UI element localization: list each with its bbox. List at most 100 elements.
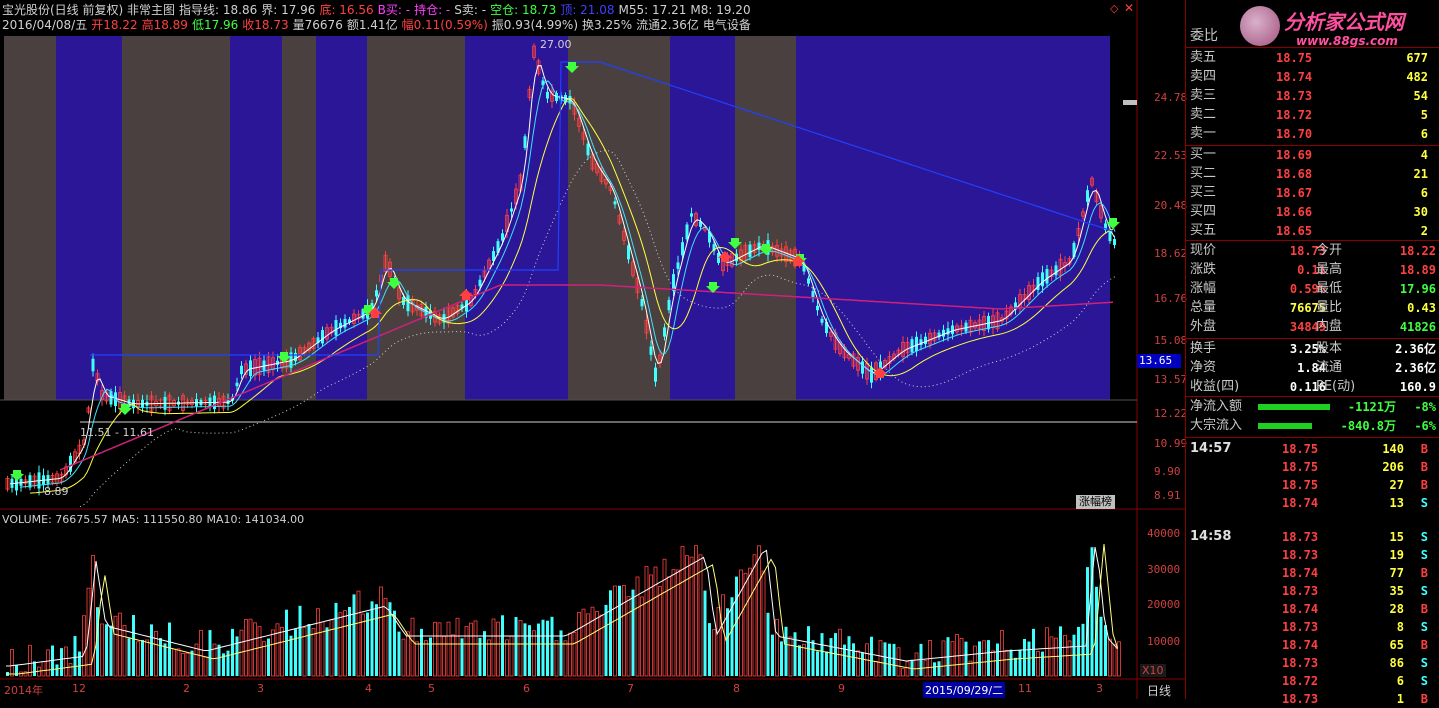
candle-body xyxy=(672,274,675,291)
period-label[interactable]: 日线 xyxy=(1147,682,1171,699)
volume-bar xyxy=(1009,649,1013,676)
tick-volume: 77 xyxy=(1389,566,1404,580)
scroll-marker[interactable] xyxy=(1123,100,1137,105)
volume-bar xyxy=(406,631,410,677)
band xyxy=(735,36,796,400)
volume-bar xyxy=(766,612,770,676)
volume-bar xyxy=(73,636,77,676)
volume-bar xyxy=(896,647,901,677)
volume-bar xyxy=(563,640,568,677)
book-price: 18.69 xyxy=(1276,148,1313,162)
volume-bar xyxy=(267,638,270,676)
volume-bar xyxy=(235,636,239,676)
volume-bar xyxy=(168,622,171,676)
book-row[interactable]: 卖四 18.74 482 xyxy=(1186,68,1439,86)
stat-row: 收益(四) 0.116 PE(动) 160.9 xyxy=(1186,378,1439,396)
volume-bar xyxy=(352,594,356,676)
volume-bar xyxy=(644,566,649,677)
volume-bar xyxy=(316,608,320,677)
book-volume: 30 xyxy=(1413,205,1428,219)
volume-bar xyxy=(118,612,122,677)
book-row[interactable]: 卖二 18.72 5 xyxy=(1186,106,1439,124)
main-chart[interactable]: 宝光股份(日线 前复权) 非常主图 指导线: 18.86 界: 17.96 底: 16… xyxy=(0,0,1188,699)
flow-value: -840.8万 xyxy=(1340,419,1396,433)
book-label: 买四 xyxy=(1190,204,1217,219)
volume-stat-item: VOLUME: 76675.57 xyxy=(2,513,108,526)
volume-bar xyxy=(941,640,946,677)
tick-side: B xyxy=(1420,460,1428,474)
price-tick: 8.91 xyxy=(1154,489,1181,502)
volume-bar xyxy=(46,649,50,677)
background-bands xyxy=(4,36,1110,400)
volume-bar xyxy=(100,623,104,677)
volume-bar xyxy=(1059,626,1062,676)
volume-bar xyxy=(694,545,698,677)
candle-body xyxy=(946,328,950,335)
volume-bar xyxy=(761,570,766,677)
volume-bar xyxy=(348,606,351,676)
volume-bar xyxy=(978,641,981,676)
stat-label: 总量 xyxy=(1190,300,1217,315)
volume-bar xyxy=(329,619,334,677)
date-tick: 12 xyxy=(72,682,86,695)
candle-body xyxy=(343,318,347,328)
volume-bar xyxy=(856,650,860,677)
volume-bar xyxy=(105,624,108,676)
volume-bar xyxy=(437,622,442,677)
price-tick: 18.62 xyxy=(1154,247,1188,260)
candle-body xyxy=(91,358,95,372)
stat-value: 2.36亿 xyxy=(1395,342,1436,356)
volume-bar xyxy=(1000,630,1004,677)
rank-button[interactable]: 涨幅榜 xyxy=(1076,495,1115,509)
stat-label: 换手 xyxy=(1190,341,1217,356)
volume-bar xyxy=(716,607,721,677)
tick-side: S xyxy=(1420,656,1428,670)
tick-row: 18.74 28 B xyxy=(1186,600,1439,618)
stat-label: 现价 xyxy=(1190,243,1217,258)
book-row[interactable]: 卖一 18.70 6 xyxy=(1186,125,1439,143)
candle-body xyxy=(523,136,527,148)
volume-bar xyxy=(501,615,504,676)
volume-bar xyxy=(577,612,581,677)
book-row[interactable]: 卖三 18.73 54 xyxy=(1186,87,1439,105)
candle-body xyxy=(690,213,693,217)
candle-body xyxy=(627,245,630,260)
volume-bar xyxy=(604,604,608,676)
book-row[interactable]: 买五 18.65 2 xyxy=(1186,222,1439,240)
volume-bar xyxy=(671,569,676,677)
book-row[interactable]: 买二 18.68 21 xyxy=(1186,165,1439,183)
volume-bar xyxy=(505,639,509,677)
weibi-label: 委比 xyxy=(1190,28,1218,44)
date-tick: 4 xyxy=(365,682,372,695)
volume-bar xyxy=(631,589,635,676)
volume-bar xyxy=(203,656,208,677)
tick-side: S xyxy=(1420,548,1428,562)
book-row[interactable]: 买四 18.66 30 xyxy=(1186,203,1439,221)
price-tick: 20.48 xyxy=(1154,199,1188,212)
book-row[interactable]: 卖五 18.75 677 xyxy=(1186,49,1439,67)
volume-bar xyxy=(141,639,144,676)
price-tick: 13.57 xyxy=(1154,373,1188,386)
stat-label: PE(动) xyxy=(1316,379,1356,394)
volume-stat-item: MA10: 141034.00 xyxy=(206,513,305,526)
volume-bar xyxy=(455,617,460,677)
book-row[interactable]: 买一 18.69 4 xyxy=(1186,146,1439,164)
volume-bar xyxy=(257,626,262,677)
stat-row: 总量 76675 量比 0.43 xyxy=(1186,299,1439,317)
volume-bar xyxy=(735,576,738,676)
tick-side: B xyxy=(1420,602,1428,616)
price-tick: 9.90 xyxy=(1154,465,1181,478)
volume-bar xyxy=(289,635,293,676)
date-tick: 2014年 xyxy=(4,684,43,697)
volume-bar xyxy=(987,640,990,676)
volume-bar xyxy=(581,608,586,677)
date-tick: 2 xyxy=(183,682,190,695)
book-label: 卖四 xyxy=(1190,69,1217,84)
book-row[interactable]: 买三 18.67 6 xyxy=(1186,184,1439,202)
date-tick: 2015/09/29/二 xyxy=(923,682,1006,698)
book-label: 卖二 xyxy=(1190,107,1217,122)
flow-pct: -6% xyxy=(1414,419,1436,433)
volume-bar xyxy=(528,625,531,676)
volume-bar xyxy=(572,632,577,677)
candle-body xyxy=(910,339,914,353)
